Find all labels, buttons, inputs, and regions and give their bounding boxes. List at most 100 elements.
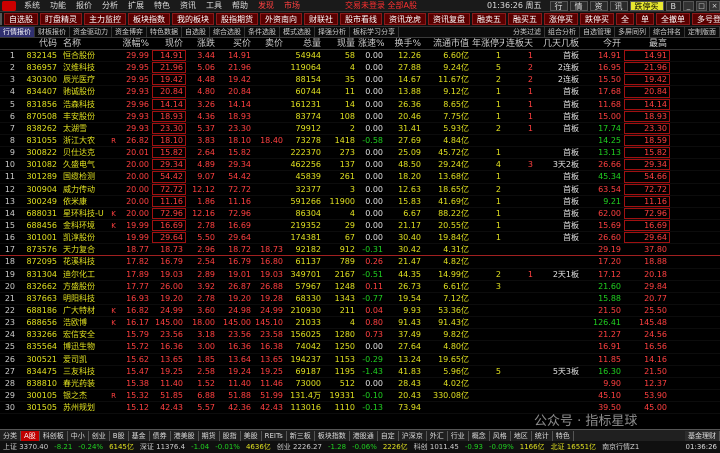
filter-tab[interactable]: 模式选股	[280, 27, 315, 37]
column-header[interactable]: 总量	[286, 38, 324, 49]
table-row[interactable]: 13 300249 依米康 20.00 11.16 1.86 11.16 591266 1190…	[0, 195, 720, 208]
table-row[interactable]: 1 832145 恒合股份 29.99 14.91 3.44 14.91 54944 58 0.0…	[0, 50, 720, 63]
bottom-tab[interactable]: 美股	[241, 430, 262, 441]
column-header[interactable]: 卖价	[254, 38, 286, 49]
table-row[interactable]: 17 873576 天力复合 18.77 18.73 2.96 18.72 18.73 9218…	[0, 244, 720, 257]
menu-item[interactable]: 系统	[19, 0, 45, 11]
menu-right-button[interactable]: 讯	[609, 0, 628, 11]
filter-right-tab[interactable]: 定制版面	[685, 27, 720, 37]
column-header[interactable]: 年涨停天	[472, 38, 504, 49]
menu-item[interactable]: 扩展	[123, 0, 149, 11]
menu-right-button[interactable]: 跌停买	[629, 0, 664, 11]
table-row[interactable]: 10 301082 久盛电气 20.00 29.34 4.89 29.34 462256 137…	[0, 159, 720, 172]
filter-right-tab[interactable]: 多屏同列	[615, 27, 650, 37]
toolbar-button[interactable]: 自选股	[4, 13, 38, 25]
minimize-icon[interactable]: _	[683, 0, 694, 11]
column-header[interactable]: 买价	[218, 38, 254, 49]
bottom-tab[interactable]: 外汇	[427, 430, 448, 441]
toolbar-button[interactable]: 单	[636, 13, 654, 25]
maximize-icon[interactable]: □	[696, 0, 707, 11]
toolbar-button[interactable]: 我的板块	[172, 13, 214, 25]
bottom-right-tab[interactable]: 基金理财	[685, 430, 720, 441]
menu-right-button[interactable]: 资	[589, 0, 608, 11]
filter-tab[interactable]: 资金博弈	[112, 27, 147, 37]
toolbar-home-icon[interactable]	[0, 13, 2, 25]
column-header[interactable]: 涨幅%	[120, 38, 152, 49]
bottom-tab[interactable]: 风格	[490, 430, 511, 441]
filter-tab[interactable]: 行情报价	[0, 27, 35, 37]
toolbar-button[interactable]: 全	[616, 13, 634, 25]
table-row[interactable]: 19 831304 迪尔化工 17.89 19.03 2.89 19.01 19.03 3497…	[0, 269, 720, 281]
table-row[interactable]: 30 301505 苏州规划 15.12 42.43 5.57 42.36 42.43 1130…	[0, 402, 720, 415]
bottom-tab[interactable]: A股	[21, 430, 40, 441]
bottom-tab[interactable]: 分类	[0, 430, 21, 441]
bottom-tab[interactable]: REITs	[262, 430, 287, 441]
table-row[interactable]: 6 870508 丰安股份 29.93 18.93 4.36 18.93 83774 108 0.…	[0, 110, 720, 123]
filter-right-tab[interactable]: 综合排名	[650, 27, 685, 37]
bottom-tab[interactable]: 港美股	[171, 430, 199, 441]
table-row[interactable]: 9 300822 贝仕达克 20.01 15.82 2.64 15.82 222370 273 0…	[0, 147, 720, 160]
bottom-tab[interactable]: 板块指数	[315, 430, 350, 441]
table-row[interactable]: 8 831055 浙江大农 R 26.82 18.10 3.83 18.10 18.40 7327…	[0, 134, 720, 148]
bottom-tab[interactable]: 自定	[378, 430, 399, 441]
menu-item[interactable]: 报价	[71, 0, 97, 11]
column-header[interactable]: 连板天	[504, 38, 536, 49]
menu-item[interactable]: 市场	[279, 0, 305, 11]
table-row[interactable]: 28 838810 春光药装 15.38 11.40 1.52 11.40 11.46 7300…	[0, 378, 720, 390]
column-header[interactable]: 涨速%	[358, 38, 386, 49]
toolbar-button[interactable]: 财联社	[304, 13, 338, 25]
bottom-tab[interactable]: 行业	[448, 430, 469, 441]
table-row[interactable]: 25 835564 博迅生物 15.72 16.36 3.00 16.36 16.38 7404…	[0, 341, 720, 354]
column-header[interactable]: 最高	[624, 38, 670, 49]
column-header[interactable]: 换手%	[386, 38, 424, 49]
filter-right-tab[interactable]: 组合分析	[545, 27, 580, 37]
menu-right-button[interactable]: 行	[549, 0, 568, 11]
toolbar-button[interactable]: 股指期货	[216, 13, 258, 25]
table-row[interactable]: 3 430300 辰光医疗 29.95 19.42 4.48 19.42 88154 35 0.0…	[0, 74, 720, 87]
toolbar-button[interactable]: 盯盘精灵	[40, 13, 82, 25]
menu-item[interactable]: 工具	[201, 0, 227, 11]
bottom-tab[interactable]: 债券	[150, 430, 171, 441]
bottom-tab[interactable]: B股	[110, 430, 129, 441]
filter-tab[interactable]: 择强分析	[315, 27, 350, 37]
table-row[interactable]: 16 301001 凯淳股份 19.99 29.64 5.50 29.64 174381 67 0…	[0, 232, 720, 245]
toolbar-button[interactable]: 板块指数	[128, 13, 170, 25]
filter-tab[interactable]: 特色数据	[147, 27, 182, 37]
column-header[interactable]: 流通市值	[424, 38, 472, 49]
bottom-tab[interactable]: 统计	[532, 430, 553, 441]
table-row[interactable]: 2 836957 汉维科技 29.95 21.96 5.06 21.96 119064 4 0.0…	[0, 62, 720, 75]
menu-item[interactable]: 功能	[45, 0, 71, 11]
column-header[interactable]: 名称	[60, 38, 110, 49]
toolbar-button[interactable]: 资讯复盘	[428, 13, 470, 25]
filter-tab[interactable]: 资金驱动力	[70, 27, 112, 37]
table-row[interactable]: 12 300904 威力传动 20.00 72.72 12.12 72.72 32377 3 0.…	[0, 183, 720, 196]
bottom-tab[interactable]: 新三板	[287, 430, 315, 441]
bottom-tab[interactable]: 股指	[220, 430, 241, 441]
menu-right-button[interactable]: 情	[569, 0, 588, 11]
column-header[interactable]: 现量	[324, 38, 358, 49]
bottom-tab[interactable]: 期货	[199, 430, 220, 441]
filter-tab[interactable]: 综合选股	[210, 27, 245, 37]
table-row[interactable]: 24 833266 宏信安全 15.79 23.56 3.18 23.56 23.58 1560…	[0, 329, 720, 342]
column-header[interactable]: 几天几板	[536, 38, 582, 49]
bottom-tab[interactable]: 概念	[469, 430, 490, 441]
toolbar-button[interactable]: 股市看线	[340, 13, 382, 25]
toolbar-button[interactable]: 多号登录	[692, 13, 720, 25]
filter-tab[interactable]: 财板报价	[35, 27, 70, 37]
column-header[interactable]: 现价	[152, 38, 186, 49]
table-row[interactable]: 11 301289 国缆检测 20.00 54.42 9.07 54.42 45839 261 0…	[0, 171, 720, 184]
table-row[interactable]: 18 872095 花溪科技 17.82 16.79 2.54 16.79 16.80 6113…	[0, 256, 720, 269]
toolbar-button[interactable]: 涨停买	[544, 13, 578, 25]
table-row[interactable]: 26 300521 爱司凯 15.62 13.65 1.85 13.64 13.65 19423…	[0, 354, 720, 366]
table-row[interactable]: 22 688186 广大特材 K 16.82 24.99 3.60 24.98 24.99 210…	[0, 305, 720, 318]
filter-tab[interactable]: 自选股	[182, 27, 210, 37]
bottom-tab[interactable]: 科创板	[40, 430, 68, 441]
menu-item[interactable]: 特色	[149, 0, 175, 11]
table-row[interactable]: 4 834407 驰诚股份 29.93 20.84 4.80 20.84 60744 11 0.0…	[0, 86, 720, 99]
filter-right-tab[interactable]: 分类过滤	[510, 27, 545, 37]
toolbar-button[interactable]: 资讯龙虎	[384, 13, 426, 25]
bottom-tab[interactable]: 基金	[129, 430, 150, 441]
filter-tab[interactable]: 板标学习分享	[350, 27, 399, 37]
table-row[interactable]: 7 838262 太湖雪 29.93 23.30 5.37 23.30 79912 2 0.00 3…	[0, 122, 720, 135]
table-row[interactable]: 20 832662 方盛股份 17.77 26.00 3.92 26.87 26.88 5796…	[0, 281, 720, 293]
